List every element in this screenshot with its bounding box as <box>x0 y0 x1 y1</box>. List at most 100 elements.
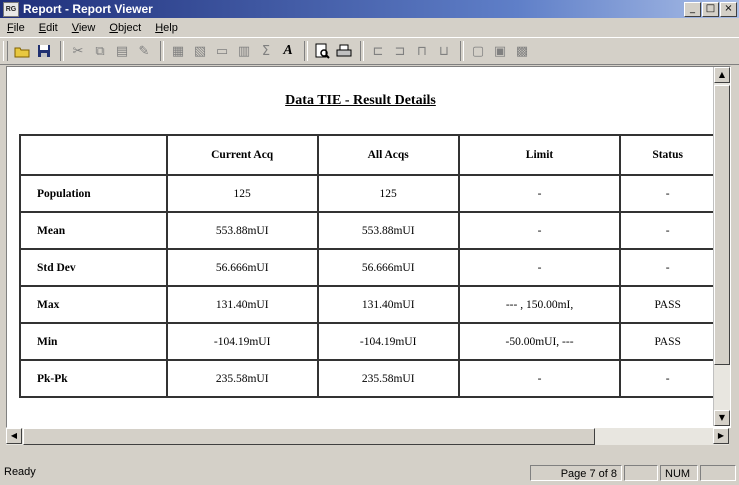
current-acq-cell: 131.40mUI <box>165 285 319 324</box>
status-cell: PASS <box>619 322 716 361</box>
menu-bar: File Edit View Object Help <box>0 19 739 36</box>
scroll-right-arrow-icon[interactable]: ▶ <box>713 428 729 444</box>
align-center-icon[interactable]: ⊐ <box>390 41 410 61</box>
status-pane-empty <box>700 465 736 481</box>
close-button[interactable]: × <box>720 2 737 17</box>
table-row: Pk-Pk 235.58mUI 235.58mUI - - <box>19 359 716 398</box>
current-acq-cell: 125 <box>165 174 319 213</box>
limit-cell: --- , 150.00mI, <box>457 285 622 324</box>
status-cell: - <box>619 174 716 213</box>
toolbar-separator <box>60 41 64 61</box>
toolbar-grip[interactable] <box>3 41 8 61</box>
toolbar-separator <box>304 41 308 61</box>
field-icon[interactable]: ▦ <box>168 41 188 61</box>
table-row: Std Dev 56.666mUI 56.666mUI - - <box>19 248 716 287</box>
status-cell: - <box>619 359 716 398</box>
status-text: Ready <box>4 466 36 478</box>
report-view: Data TIE - Result Details Current Acq Al… <box>6 66 731 428</box>
table-row: Min -104.19mUI -104.19mUI -50.00mUI, ---… <box>19 322 716 361</box>
current-acq-cell: 553.88mUI <box>165 211 319 250</box>
toolbar: ✂ ⧉ ▤ ✎ ▦ ▧ ▭ ▥ Σ A ⊏ ⊐ ⊓ ⊔ ▢ ▣ ▩ <box>0 37 739 65</box>
current-acq-cell: -104.19mUI <box>165 322 319 361</box>
status-cell: - <box>619 211 716 250</box>
all-acqs-cell: 56.666mUI <box>316 248 460 287</box>
row-label: Std Dev <box>19 248 168 287</box>
grid-icon[interactable]: ▢ <box>468 41 488 61</box>
current-acq-cell: 235.58mUI <box>165 359 319 398</box>
limit-cell: - <box>457 248 622 287</box>
edit-icon[interactable]: ✎ <box>134 41 154 61</box>
status-cell: PASS <box>619 285 716 324</box>
page-indicator: Page 7 of 8 <box>530 465 622 481</box>
app-icon: RG <box>3 1 19 17</box>
menu-edit[interactable]: Edit <box>32 22 65 34</box>
row-label: Pk-Pk <box>19 359 168 398</box>
limit-cell: - <box>457 174 622 213</box>
box-icon[interactable]: ▭ <box>212 41 232 61</box>
table-row: Mean 553.88mUI 553.88mUI - - <box>19 211 716 250</box>
results-table: Current Acq All Acqs Limit Status Popula… <box>19 134 716 398</box>
paste-icon[interactable]: ▤ <box>112 41 132 61</box>
all-acqs-cell: -104.19mUI <box>316 322 460 361</box>
toolbar-separator <box>460 41 464 61</box>
column-header <box>19 134 168 176</box>
maximize-button[interactable]: □ <box>702 2 719 17</box>
toolbar-separator <box>160 41 164 61</box>
copy-icon[interactable]: ⧉ <box>90 41 110 61</box>
align-right-icon[interactable]: ⊓ <box>412 41 432 61</box>
column-header: Current Acq <box>165 134 319 176</box>
group-icon[interactable]: ▩ <box>512 41 532 61</box>
vertical-scroll-thumb[interactable] <box>714 85 730 365</box>
minimize-button[interactable]: _ <box>684 2 701 17</box>
table-row: Population 125 125 - - <box>19 174 716 213</box>
status-bar: Ready Page 7 of 8 NUM <box>0 463 739 485</box>
scroll-down-arrow-icon[interactable]: ▼ <box>714 410 730 426</box>
vertical-scrollbar[interactable]: ▲ ▼ <box>713 67 730 426</box>
scroll-left-arrow-icon[interactable]: ◀ <box>6 428 22 444</box>
num-lock-indicator: NUM <box>660 465 698 481</box>
all-acqs-cell: 125 <box>316 174 460 213</box>
row-label: Min <box>19 322 168 361</box>
column-header: Status <box>619 134 716 176</box>
print-icon[interactable] <box>334 41 354 61</box>
align-justify-icon[interactable]: ⊔ <box>434 41 454 61</box>
status-pane-empty <box>624 465 658 481</box>
limit-cell: - <box>457 211 622 250</box>
save-icon[interactable] <box>34 41 54 61</box>
current-acq-cell: 56.666mUI <box>165 248 319 287</box>
all-acqs-cell: 553.88mUI <box>316 211 460 250</box>
table-row: Max 131.40mUI 131.40mUI --- , 150.00mI, … <box>19 285 716 324</box>
report-title: Data TIE - Result Details <box>285 93 436 108</box>
menu-object[interactable]: Object <box>102 22 148 34</box>
window-title: Report - Report Viewer <box>23 2 153 16</box>
status-cell: - <box>619 248 716 287</box>
limit-cell: - <box>457 359 622 398</box>
open-icon[interactable] <box>12 41 32 61</box>
sum-icon[interactable]: Σ <box>256 41 276 61</box>
window-controls: _ □ × <box>684 2 737 17</box>
all-acqs-cell: 131.40mUI <box>316 285 460 324</box>
toolbar-separator <box>360 41 364 61</box>
horizontal-scrollbar[interactable]: ◀ ▶ <box>6 428 729 445</box>
chart-icon[interactable]: ▥ <box>234 41 254 61</box>
align-left-icon[interactable]: ⊏ <box>368 41 388 61</box>
all-acqs-cell: 235.58mUI <box>316 359 460 398</box>
row-label: Population <box>19 174 168 213</box>
column-header: All Acqs <box>316 134 460 176</box>
title-bar: RG Report - Report Viewer _ □ × <box>0 0 739 18</box>
table-header-row: Current Acq All Acqs Limit Status <box>19 134 716 176</box>
menu-help[interactable]: Help <box>148 22 185 34</box>
horizontal-scroll-thumb[interactable] <box>23 428 595 445</box>
row-label: Mean <box>19 211 168 250</box>
field-2-icon[interactable]: ▧ <box>190 41 210 61</box>
scroll-up-arrow-icon[interactable]: ▲ <box>714 67 730 83</box>
limit-cell: -50.00mUI, --- <box>457 322 622 361</box>
print-preview-icon[interactable] <box>312 41 332 61</box>
menu-view[interactable]: View <box>65 22 103 34</box>
cut-icon[interactable]: ✂ <box>68 41 88 61</box>
snap-icon[interactable]: ▣ <box>490 41 510 61</box>
row-label: Max <box>19 285 168 324</box>
menu-file[interactable]: File <box>0 22 32 34</box>
column-header: Limit <box>457 134 622 176</box>
font-icon[interactable]: A <box>278 41 298 61</box>
